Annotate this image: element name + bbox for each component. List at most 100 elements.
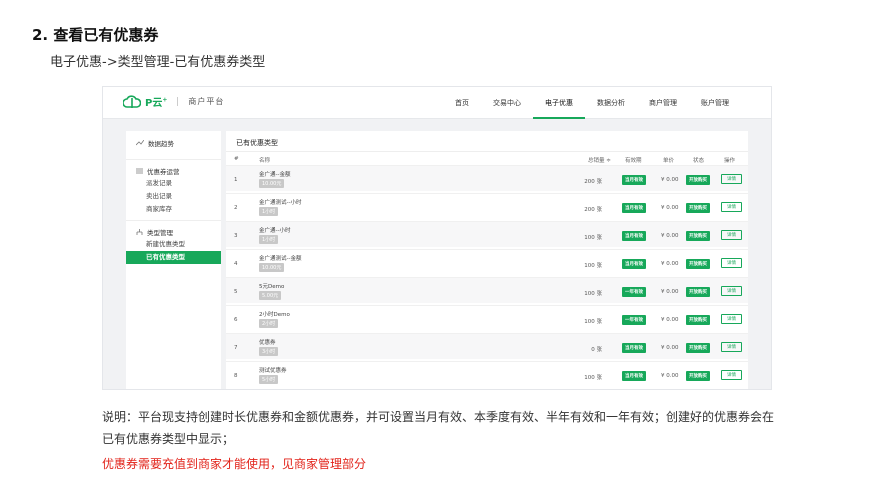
tree-icon [136,228,143,235]
main-panel: 已有优惠类型 # 名称 总销量 ≑ 有效期 单价 状态 操作 1 金广通--金额 1… [226,131,748,389]
total-sold: 100 张 [584,319,602,325]
top-nav: 首页 交易中心 电子优惠 数据分析 商户管理 账户管理 [443,87,741,119]
coupon-value-tag: 5.00元 [259,291,282,300]
row-index: 2 [234,205,238,211]
row-index: 4 [234,261,238,267]
validity-badge: 当月有效 [622,343,646,353]
app-screenshot: P云+ 商户平台 首页 交易中心 电子优惠 数据分析 商户管理 账户管理 数据趋… [102,86,772,390]
row-index: 7 [234,345,238,351]
sidebar-divider [126,220,221,221]
table-row: 2 金广通测试--小时 1小时 200 张 当月有效 ¥ 0.00 开放购买 详情 [226,193,748,219]
table-row: 1 金广通--金额 10.00元 200 张 当月有效 ¥ 0.00 开放购买 详情 [226,165,748,191]
total-sold: 100 张 [584,235,602,241]
nav-data-analysis[interactable]: 数据分析 [585,87,637,119]
doc-path: 电子优惠->类型管理-已有优惠券类型 [50,55,266,70]
status-badge: 开放购买 [686,175,710,185]
detail-button[interactable]: 详情 [721,258,742,268]
table-header: # 名称 总销量 ≑ 有效期 单价 状态 操作 [226,153,748,165]
coupon-name: 5元Demo [259,284,285,290]
doc-warning: 优惠券需要充值到商家才能使用，见商家管理部分 [102,457,367,471]
nav-home[interactable]: 首页 [443,87,481,119]
unit-price: ¥ 0.00 [661,261,679,267]
nav-trade-center[interactable]: 交易中心 [481,87,533,119]
coupon-name: 金广通测试--小时 [259,200,302,206]
table-row: 8 测试优惠券 5小时 100 张 当月有效 ¥ 0.00 开放购买 详情 [226,361,748,387]
platform-name: 商户平台 [188,97,225,106]
sidebar-item-sale-records[interactable]: 卖出记录 [126,190,221,203]
list-icon [136,168,143,173]
validity-badge: 当月有效 [622,371,646,381]
detail-button[interactable]: 详情 [721,314,742,324]
status-badge: 开放购买 [686,231,710,241]
col-price: 单价 [663,158,675,164]
sidebar-item-existing-types[interactable]: 已有优惠类型 [126,251,221,264]
coupon-value-tag: 10.00元 [259,263,285,272]
table-row: 6 2小时Demo 2小时 100 张 一年有效 ¥ 0.00 开放购买 详情 [226,305,748,331]
status-badge: 开放购买 [686,371,710,381]
detail-button[interactable]: 详情 [721,370,742,380]
unit-price: ¥ 0.00 [661,345,679,351]
total-sold: 0 张 [591,347,602,353]
total-sold: 100 张 [584,375,602,381]
unit-price: ¥ 0.00 [661,233,679,239]
detail-button[interactable]: 详情 [721,286,742,296]
total-sold: 200 张 [584,179,602,185]
nav-merchant-mgmt[interactable]: 商户管理 [637,87,689,119]
row-index: 6 [234,317,238,323]
detail-button[interactable]: 详情 [721,230,742,240]
coupon-value-tag: 10.00元 [259,179,285,188]
detail-button[interactable]: 详情 [721,342,742,352]
validity-badge: 一年有效 [622,315,646,325]
page-title: 已有优惠类型 [236,139,278,147]
col-action: 操作 [724,158,736,164]
unit-price: ¥ 0.00 [661,205,679,211]
detail-button[interactable]: 详情 [721,202,742,212]
unit-price: ¥ 0.00 [661,373,679,379]
unit-price: ¥ 0.00 [661,317,679,323]
sidebar-item-dispatch-records[interactable]: 派发记录 [126,177,221,190]
status-badge: 开放购买 [686,259,710,269]
row-index: 3 [234,233,238,239]
doc-heading: 2. 查看已有优惠券 [32,26,159,44]
status-badge: 开放购买 [686,315,710,325]
brand-divider [177,97,179,106]
sidebar-item-merchant-stock[interactable]: 商家库存 [126,203,221,216]
col-index: # [234,156,239,162]
total-sold: 100 张 [584,263,602,269]
sidebar-item-new-type[interactable]: 新建优惠类型 [126,238,221,251]
sidebar-item-overview[interactable]: 数据趋势 [126,131,221,155]
sidebar: 数据趋势 优惠券运营 派发记录 卖出记录 商家库存 类型管理 新建优惠类型 已有… [126,131,221,389]
coupon-name: 优惠券 [259,340,276,346]
validity-badge: 当月有效 [622,203,646,213]
validity-badge: 一年有效 [622,287,646,297]
validity-badge: 当月有效 [622,259,646,269]
col-validity: 有效期 [625,158,642,164]
table-row: 3 金广通--小时 1小时 100 张 当月有效 ¥ 0.00 开放购买 详情 [226,221,748,247]
unit-price: ¥ 0.00 [661,289,679,295]
coupon-name: 金广通--小时 [259,228,291,234]
title-divider [226,151,748,152]
trend-chart-icon [136,140,144,146]
coupon-value-tag: 1小时 [259,207,279,216]
total-sold: 200 张 [584,207,602,213]
table-row: 5 5元Demo 5.00元 100 张 一年有效 ¥ 0.00 开放购买 详情 [226,277,748,303]
nav-account-mgmt[interactable]: 账户管理 [689,87,741,119]
total-sold: 100 张 [584,291,602,297]
logo[interactable]: P云+ 商户平台 [123,94,224,109]
detail-button[interactable]: 详情 [721,174,742,184]
sidebar-group-type-mgmt[interactable]: 类型管理 [126,225,221,238]
nav-e-coupon[interactable]: 电子优惠 [533,87,585,119]
col-total[interactable]: 总销量 ≑ [588,156,611,164]
status-badge: 开放购买 [686,203,710,213]
coupon-name: 金广通--金额 [259,172,291,178]
coupon-name: 测试优惠券 [259,368,287,374]
sidebar-divider [126,159,221,160]
row-index: 1 [234,177,238,183]
coupon-name: 金广通测试--金额 [259,256,302,262]
col-name: 名称 [259,158,271,164]
coupon-value-tag: 1小时 [259,235,279,244]
row-index: 8 [234,373,238,379]
doc-note: 说明：平台现支持创建时长优惠券和金额优惠券，并可设置当月有效、本季度有效、半年有… [102,410,775,446]
status-badge: 开放购买 [686,343,710,353]
sidebar-group-coupon-ops[interactable]: 优惠券运营 [126,164,221,177]
